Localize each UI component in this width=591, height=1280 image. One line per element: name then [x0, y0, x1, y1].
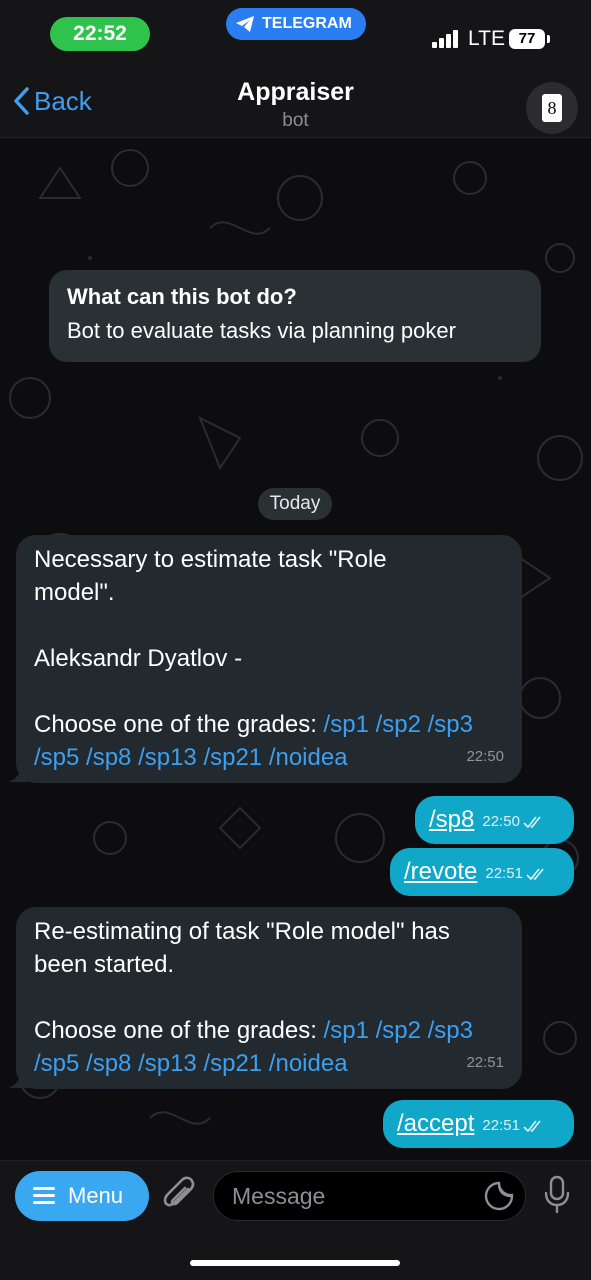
grade-commands-link[interactable]: /sp1 /sp2 /sp3: [324, 1017, 473, 1044]
playing-card-icon: 8: [542, 94, 562, 122]
grade-commands-link[interactable]: /sp5 /sp8 /sp13 /sp21 /noidea: [34, 741, 504, 774]
command-link[interactable]: /accept: [397, 1110, 474, 1137]
message-outgoing[interactable]: /accept 22:51: [383, 1100, 574, 1148]
message-text: Aleksandr Dyatlov -: [34, 645, 243, 672]
chat-header: Back Appraiser bot 8: [0, 66, 591, 138]
message-text: Necessary to estimate task "Role: [34, 546, 387, 573]
signal-icon: [432, 30, 462, 48]
menu-label: Menu: [68, 1183, 124, 1208]
message-text: model".: [34, 579, 115, 606]
grade-commands-link[interactable]: /sp1 /sp2 /sp3: [324, 711, 473, 738]
microphone-icon[interactable]: [542, 1175, 572, 1215]
telegram-icon: [236, 16, 254, 32]
message-incoming[interactable]: Re-estimating of task "Role model" has b…: [16, 907, 522, 1089]
battery-tip: [547, 35, 550, 43]
bot-description-title: What can this bot do?: [67, 284, 297, 309]
double-check-icon: [526, 868, 544, 881]
bot-avatar[interactable]: 8: [526, 82, 578, 134]
message-time: 22:51: [485, 865, 523, 882]
message-incoming[interactable]: Necessary to estimate task "Role model".…: [16, 535, 522, 783]
status-time: 22:52: [50, 17, 150, 51]
battery-icon: 77: [509, 29, 545, 49]
status-bar: 22:52 TELEGRAM LTE 77: [0, 0, 591, 66]
message-time: 22:50: [466, 748, 504, 765]
network-label: LTE: [468, 27, 505, 50]
double-check-icon: [523, 1120, 541, 1133]
chat-subtitle: bot: [282, 110, 309, 131]
double-check-icon: [523, 816, 541, 829]
app-pill-label: TELEGRAM: [262, 15, 352, 32]
message-time: 22:51: [482, 1117, 520, 1134]
hamburger-icon: [33, 1187, 55, 1205]
return-to-app-pill[interactable]: TELEGRAM: [226, 8, 366, 40]
message-outgoing[interactable]: /sp8 22:50: [415, 796, 574, 844]
message-input[interactable]: Message: [213, 1171, 526, 1221]
date-separator: Today: [258, 488, 332, 520]
message-text: Choose one of the grades:: [34, 711, 324, 738]
message-outgoing[interactable]: /revote 22:51: [390, 848, 574, 896]
command-link[interactable]: /sp8: [429, 806, 474, 833]
home-indicator: [190, 1260, 400, 1266]
message-text: Re-estimating of task "Role model" has: [34, 918, 450, 945]
grade-commands-link[interactable]: /sp5 /sp8 /sp13 /sp21 /noidea: [34, 1047, 504, 1080]
chat-title[interactable]: Appraiser: [0, 78, 591, 107]
paperclip-icon[interactable]: [160, 1175, 198, 1215]
bot-description: What can this bot do? Bot to evaluate ta…: [49, 270, 541, 362]
command-link[interactable]: /revote: [404, 858, 477, 885]
sticker-icon[interactable]: [484, 1181, 514, 1211]
message-time: 22:51: [466, 1054, 504, 1071]
message-text: been started.: [34, 951, 175, 978]
message-text: Choose one of the grades:: [34, 1017, 324, 1044]
message-time: 22:50: [482, 813, 520, 830]
bot-menu-button[interactable]: Menu: [15, 1171, 149, 1221]
bot-description-text: Bot to evaluate tasks via planning poker: [67, 318, 456, 343]
